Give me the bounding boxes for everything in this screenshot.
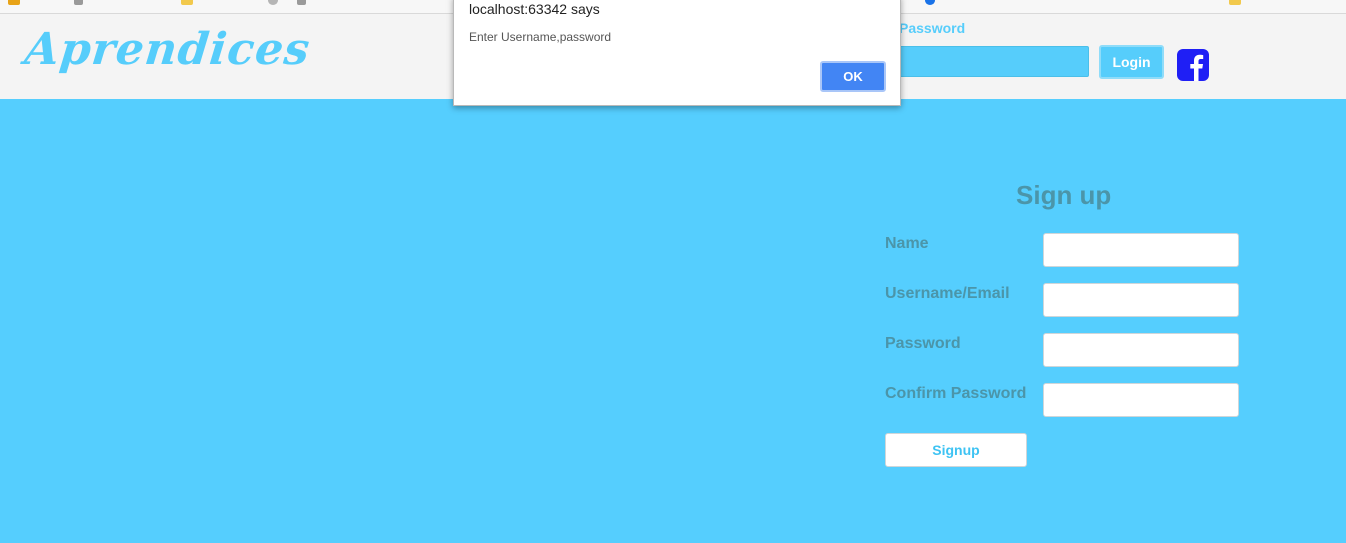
signup-button[interactable]: Signup	[885, 433, 1027, 467]
bookmark-page-icon[interactable]	[297, 0, 306, 5]
bookmark-page-icon[interactable]	[74, 0, 83, 5]
header-password-input[interactable]	[893, 46, 1089, 77]
alert-dialog: localhost:63342 says Enter Username,pass…	[453, 0, 901, 106]
name-label: Name	[885, 235, 929, 252]
name-input[interactable]	[1043, 233, 1239, 267]
dialog-title: localhost:63342 says	[469, 1, 600, 17]
bookmark-folder-icon[interactable]	[181, 0, 193, 5]
password-input[interactable]	[1043, 333, 1239, 367]
site-logo[interactable]: Aprendices	[22, 24, 312, 75]
browser-viewport: Aprendices Password Login Sign up Name U…	[0, 0, 1346, 543]
dialog-ok-button[interactable]: OK	[820, 61, 886, 92]
bookmark-folder-icon[interactable]	[1229, 0, 1241, 5]
facebook-icon[interactable]	[1177, 49, 1209, 81]
main-content: Sign up Name Username/Email Password Con…	[0, 99, 1346, 543]
dialog-message: Enter Username,password	[469, 30, 612, 44]
header-password-label: Password	[899, 20, 966, 36]
password-label: Password	[885, 335, 961, 352]
confirm-password-input[interactable]	[1043, 383, 1239, 417]
username-email-input[interactable]	[1043, 283, 1239, 317]
signup-title: Sign up	[1016, 180, 1112, 210]
bookmark-globe-icon[interactable]	[268, 0, 278, 5]
login-button[interactable]: Login	[1099, 45, 1164, 79]
bookmark-apps-icon[interactable]	[8, 0, 20, 5]
username-email-label: Username/Email	[885, 285, 1010, 302]
bookmark-site-icon[interactable]	[925, 0, 935, 5]
confirm-password-label: Confirm Password	[885, 385, 1027, 402]
